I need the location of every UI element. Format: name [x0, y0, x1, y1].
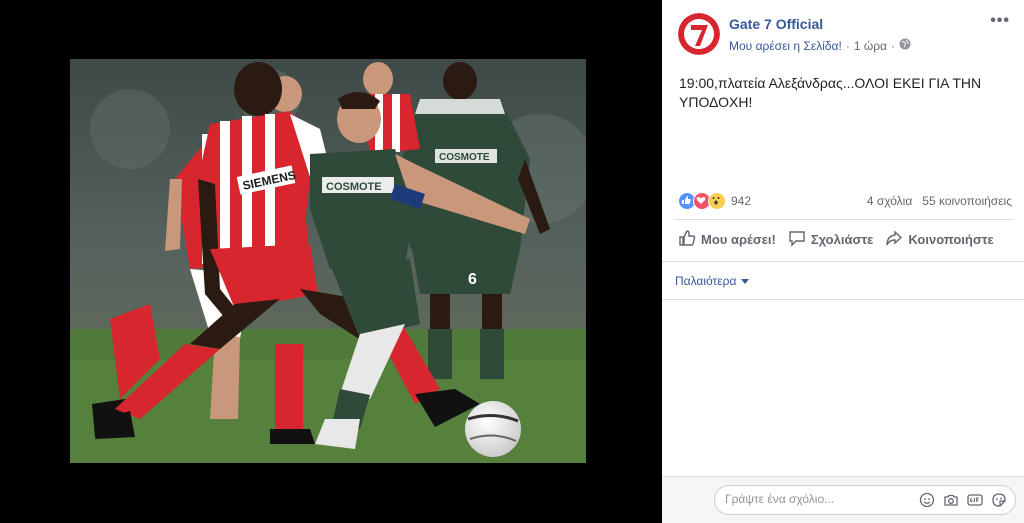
reactions-summary[interactable]: 942 [678, 192, 751, 210]
older-comments-label: Παλαιότερα [675, 274, 737, 288]
reactions-count: 942 [731, 194, 752, 208]
emoji-icon[interactable] [919, 492, 935, 508]
photo-viewer: COSMOTE 6 SIEMENS COSMOTE [0, 0, 662, 522]
composer-icons [919, 492, 1007, 508]
sticker-icon[interactable] [991, 492, 1007, 508]
meta-separator-2: · [890, 38, 895, 53]
wow-icon [708, 192, 726, 210]
older-comments-filter[interactable]: Παλαιότερα [675, 274, 750, 288]
post-panel: Gate 7 Official Μου αρέσει η Σελίδα! · 1… [662, 0, 1024, 523]
gate7-logo [678, 13, 720, 55]
like-page-link[interactable]: Μου αρέσει η Σελίδα! [729, 39, 842, 53]
post-stats: 4 σχόλια 55 κοινοποιήσεις [867, 194, 1012, 208]
comment-input[interactable] [725, 492, 915, 506]
post-actions: Μου αρέσει! Σχολιάστε Κοινοποιήστε [678, 229, 994, 250]
divider [662, 299, 1024, 300]
comment-button[interactable]: Σχολιάστε [788, 229, 873, 250]
share-button-label: Κοινοποιήστε [908, 232, 994, 247]
gif-icon[interactable] [967, 492, 983, 508]
football [465, 401, 521, 457]
share-icon [885, 229, 903, 250]
meta-separator: · [845, 38, 850, 53]
divider [662, 261, 1024, 262]
post-photo[interactable]: COSMOTE 6 SIEMENS COSMOTE [70, 59, 586, 463]
comment-composer-area [662, 476, 1024, 523]
comments-count-link[interactable]: 4 σχόλια [867, 194, 912, 208]
comment-icon [788, 229, 806, 250]
globe-icon [899, 38, 911, 53]
more-options-button[interactable]: ••• [990, 12, 1010, 30]
page-name-link[interactable]: Gate 7 Official [729, 16, 823, 32]
like-button[interactable]: Μου αρέσει! [678, 229, 776, 250]
sponsor-cosmote: COSMOTE [326, 181, 382, 193]
comment-button-label: Σχολιάστε [810, 232, 874, 247]
shirt-number: 6 [468, 271, 477, 288]
camera-icon[interactable] [943, 492, 959, 508]
sponsor-cosmote-bg: COSMOTE [439, 152, 490, 163]
caret-down-icon [741, 274, 750, 288]
share-button[interactable]: Κοινοποιήστε [885, 229, 994, 250]
comment-composer[interactable] [714, 485, 1016, 515]
shares-count-link[interactable]: 55 κοινοποιήσεις [922, 194, 1012, 208]
thumbs-up-icon [678, 229, 696, 250]
post-time[interactable]: 1 ώρα [854, 39, 887, 53]
post-text: 19:00,πλατεία Αλεξάνδρας...ΟΛΟΙ ΕΚΕΙ ΓΙΑ… [679, 75, 982, 110]
like-button-label: Μου αρέσει! [701, 232, 776, 247]
page-avatar[interactable] [678, 13, 720, 55]
post-meta: Μου αρέσει η Σελίδα! · 1 ώρα · [729, 38, 911, 53]
divider [674, 219, 1012, 220]
